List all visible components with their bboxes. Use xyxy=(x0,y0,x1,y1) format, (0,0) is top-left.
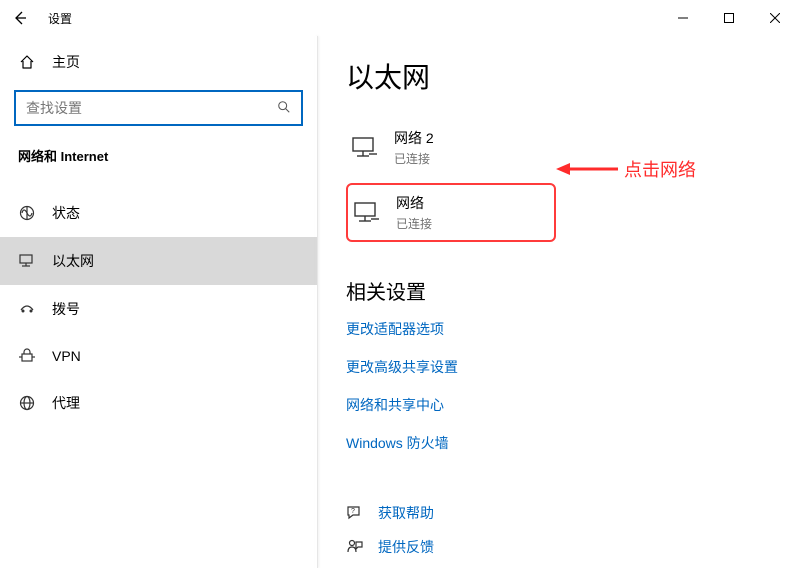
arrow-left-icon xyxy=(12,10,28,26)
feedback-icon xyxy=(346,538,364,556)
category-title: 网络和 Internet xyxy=(0,136,317,175)
help-label: 获取帮助 xyxy=(378,503,434,523)
sidebar-item-label: 代理 xyxy=(52,393,80,413)
search-icon xyxy=(277,100,291,117)
search-input[interactable] xyxy=(26,100,277,116)
sidebar-item-proxy[interactable]: 代理 xyxy=(0,379,317,427)
link-advanced-sharing[interactable]: 更改高级共享设置 xyxy=(346,357,798,377)
page-title: 以太网 xyxy=(346,56,798,96)
nav-list: 状态 以太网 拨号 VPN xyxy=(0,175,317,427)
network-text: 网络 2 已连接 xyxy=(394,128,434,167)
back-button[interactable] xyxy=(10,8,30,28)
network-status: 已连接 xyxy=(396,215,432,232)
proxy-icon xyxy=(18,394,36,412)
close-icon xyxy=(770,13,780,23)
computer-icon xyxy=(350,136,380,160)
home-label: 主页 xyxy=(52,52,80,72)
get-help[interactable]: ? 获取帮助 xyxy=(346,503,798,523)
link-network-center[interactable]: 网络和共享中心 xyxy=(346,395,798,415)
window-controls xyxy=(660,2,798,34)
link-adapter-options[interactable]: 更改适配器选项 xyxy=(346,319,798,339)
search-box[interactable] xyxy=(14,90,303,126)
sidebar-item-status[interactable]: 状态 xyxy=(0,189,317,237)
give-feedback[interactable]: 提供反馈 xyxy=(346,537,798,557)
home-icon xyxy=(18,54,36,70)
sidebar-item-label: 以太网 xyxy=(52,251,94,271)
ethernet-icon xyxy=(18,252,36,270)
sidebar-item-label: 拨号 xyxy=(52,299,80,319)
sidebar-item-label: VPN xyxy=(52,348,81,364)
dialup-icon xyxy=(18,300,36,318)
sidebar-item-vpn[interactable]: VPN xyxy=(0,333,317,379)
main-pane: 以太网 网络 2 已连接 网络 已连接 相关设置 更改适配器选项 更改高级共享设… xyxy=(318,36,798,568)
vpn-icon xyxy=(18,347,36,365)
network-item-1[interactable]: 网络 2 已连接 xyxy=(346,120,556,175)
help-icon: ? xyxy=(346,504,364,522)
minimize-icon xyxy=(678,13,688,23)
network-item-2[interactable]: 网络 已连接 xyxy=(346,183,556,242)
network-text: 网络 已连接 xyxy=(396,193,432,232)
network-name: 网络 2 xyxy=(394,128,434,148)
close-button[interactable] xyxy=(752,2,798,34)
svg-text:?: ? xyxy=(351,508,355,515)
titlebar: 设置 xyxy=(0,0,798,36)
network-name: 网络 xyxy=(396,193,432,213)
sidebar-item-ethernet[interactable]: 以太网 xyxy=(0,237,317,285)
search-wrap xyxy=(0,82,317,136)
home-nav[interactable]: 主页 xyxy=(0,42,317,82)
sidebar-item-label: 状态 xyxy=(52,203,80,223)
network-status: 已连接 xyxy=(394,150,434,167)
maximize-icon xyxy=(724,13,734,23)
sidebar: 主页 网络和 Internet 状态 以太网 xyxy=(0,36,318,568)
related-settings-title: 相关设置 xyxy=(346,276,798,305)
maximize-button[interactable] xyxy=(706,2,752,34)
feedback-label: 提供反馈 xyxy=(378,537,434,557)
computer-icon xyxy=(352,201,382,225)
link-windows-firewall[interactable]: Windows 防火墙 xyxy=(346,433,798,453)
minimize-button[interactable] xyxy=(660,2,706,34)
sidebar-item-dialup[interactable]: 拨号 xyxy=(0,285,317,333)
status-icon xyxy=(18,204,36,222)
content: 主页 网络和 Internet 状态 以太网 xyxy=(0,36,798,568)
titlebar-left: 设置 xyxy=(10,8,72,28)
window-title: 设置 xyxy=(48,10,72,27)
